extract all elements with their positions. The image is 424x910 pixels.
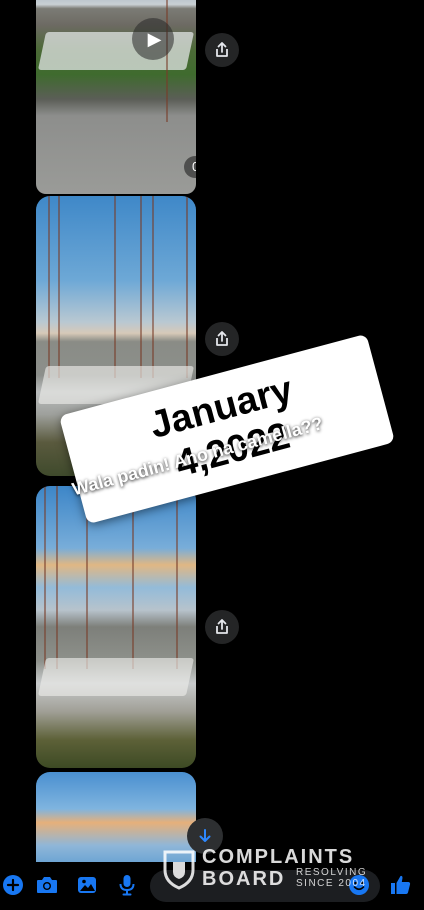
gallery-button[interactable]	[74, 872, 100, 898]
watermark-tag2: SINCE 2004	[296, 878, 367, 889]
play-button[interactable]: ▶	[132, 18, 174, 60]
watermark-tag1: RESOLVING	[296, 867, 368, 878]
video-message[interactable]: ▶ 0:20	[36, 0, 196, 194]
watermark-line2: BOARD	[202, 868, 286, 890]
like-icon	[391, 875, 411, 894]
message-thread[interactable]: ▶ 0:20 January 4,2022 Wala padin! Ano na…	[0, 0, 424, 862]
share-button[interactable]	[205, 610, 239, 644]
microphone-button[interactable]	[114, 872, 140, 898]
camera-button[interactable]	[34, 872, 60, 898]
share-icon	[216, 619, 228, 634]
like-button[interactable]	[388, 872, 414, 898]
complaints-board-watermark: COMPLAINTS BOARD RESOLVING SINCE 2004	[162, 846, 384, 892]
microphone-icon	[119, 875, 135, 896]
play-icon: ▶	[147, 28, 162, 49]
camera-icon	[37, 877, 57, 893]
share-button[interactable]	[205, 322, 239, 356]
shield-logo-icon	[163, 850, 195, 890]
share-icon	[216, 331, 228, 346]
add-icon	[3, 875, 23, 895]
gallery-icon	[78, 877, 96, 893]
photo-message[interactable]	[36, 486, 196, 768]
share-button[interactable]	[205, 33, 239, 67]
add-button[interactable]	[0, 872, 26, 898]
watermark-line1: COMPLAINTS	[202, 846, 355, 868]
video-duration: 0:20	[184, 156, 196, 178]
share-icon	[216, 42, 228, 57]
arrow-down-icon	[199, 829, 211, 842]
